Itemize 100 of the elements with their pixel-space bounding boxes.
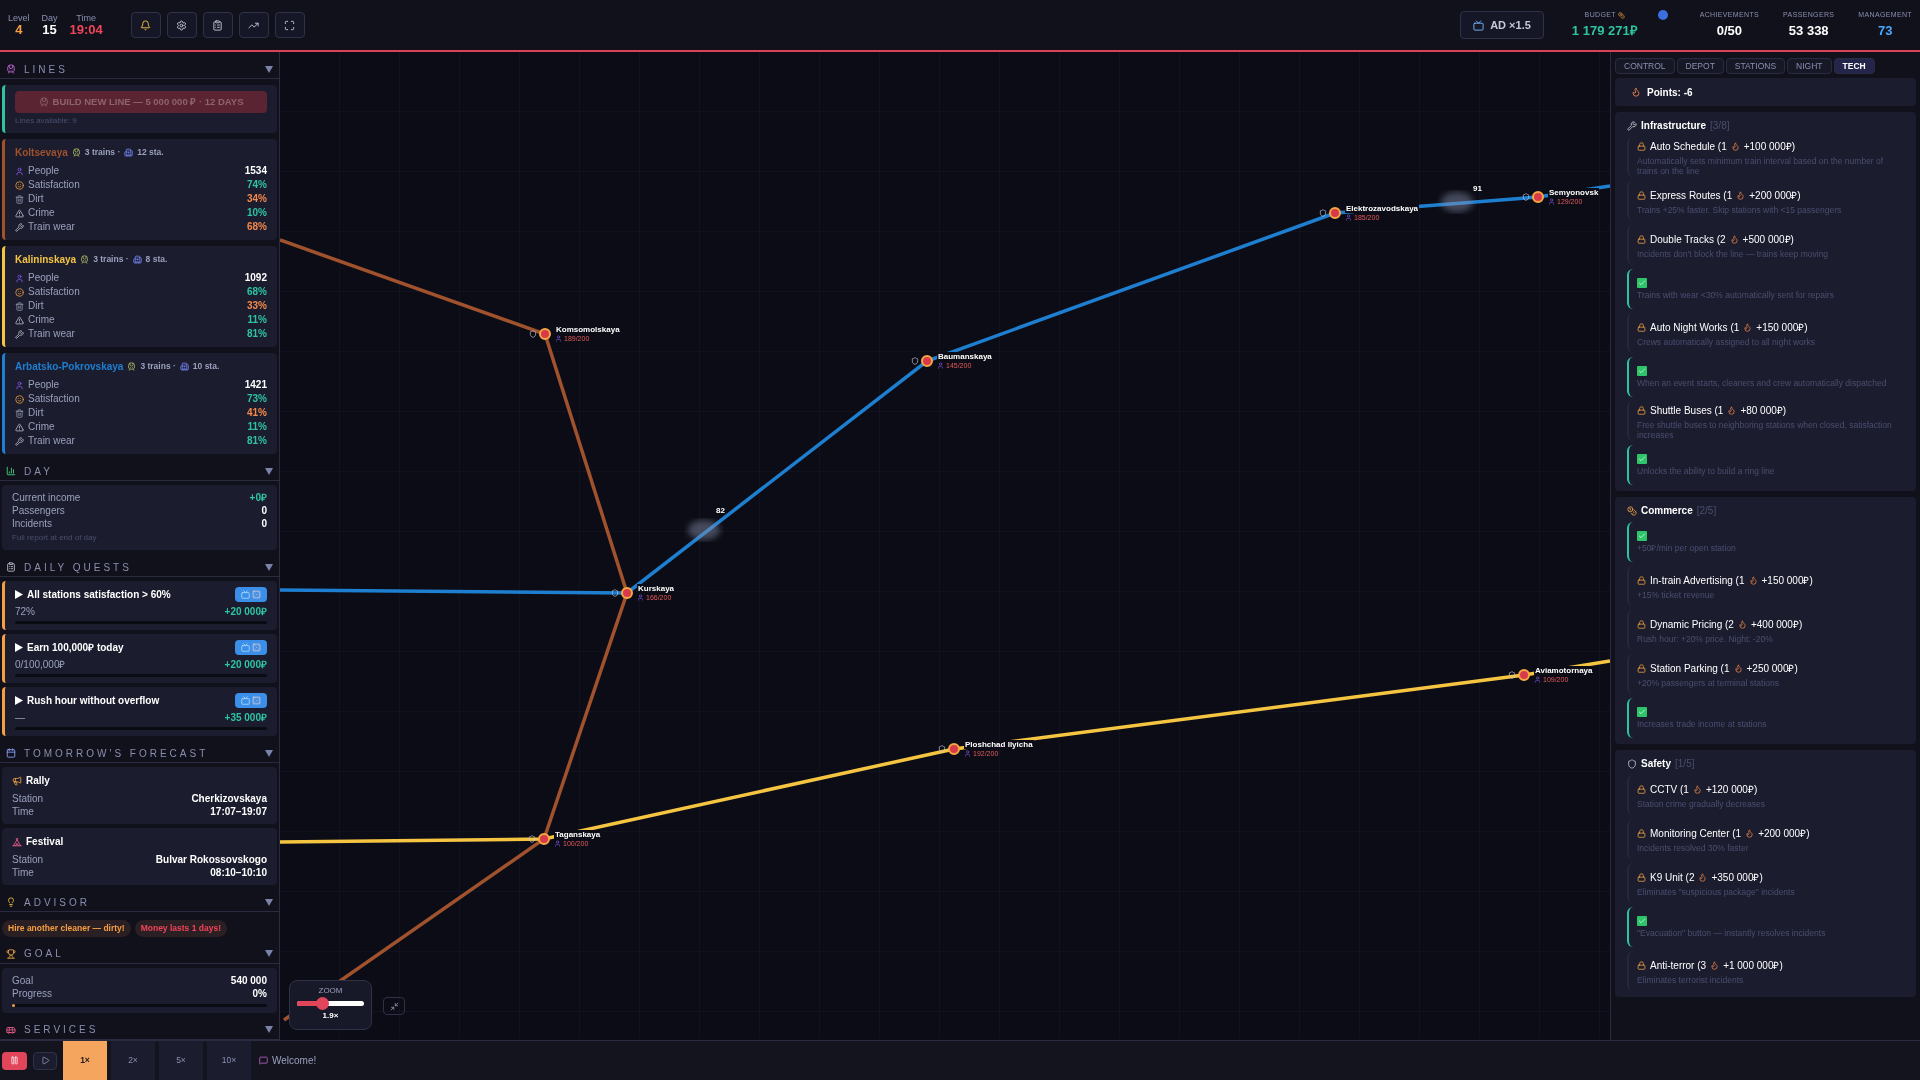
panel-tab[interactable]: STATIONS: [1725, 58, 1786, 74]
toolbar-button[interactable]: [274, 12, 305, 38]
line-name[interactable]: Kalininskaya: [15, 252, 77, 267]
station-name: Ploshchad Ilyicha: [964, 740, 1034, 749]
play-button[interactable]: [33, 1051, 57, 1070]
counter-value: 0/50: [1716, 21, 1743, 40]
speed-button[interactable]: 2×: [111, 1041, 155, 1080]
shield-icon: [1522, 193, 1530, 201]
bar-chart-icon: [6, 466, 16, 476]
reroll-button[interactable]: [235, 587, 267, 602]
lock-icon: [1637, 784, 1646, 794]
collapse-icon[interactable]: [265, 950, 273, 958]
row-value: Bulvar Rokossovskogo: [155, 853, 267, 866]
status-message: Welcome!: [272, 1054, 317, 1068]
bus-icon: [6, 1024, 16, 1035]
panel-tab[interactable]: TECH: [1833, 58, 1875, 74]
toolbar-button[interactable]: [202, 12, 233, 38]
row-label: Progress: [12, 986, 52, 1000]
smiley-icon: [15, 394, 24, 404]
tech-description: Eliminates terrorist incidents: [1637, 974, 1745, 985]
stat-label: Train wear: [28, 327, 76, 341]
train-marker[interactable]: [688, 520, 720, 540]
tech-price: +1 000 000₽): [1723, 958, 1783, 973]
reroll-button[interactable]: [235, 693, 267, 708]
stat-value: 41%: [247, 406, 267, 420]
tech-price: +200 000₽): [1758, 826, 1810, 841]
orb-icon[interactable]: [1657, 10, 1668, 20]
stat-value: 1092: [244, 271, 267, 285]
zoom-thumb[interactable]: [316, 997, 330, 1010]
line-name[interactable]: Arbatsko-Pokrovskaya: [15, 359, 124, 374]
wrench-icon: [15, 222, 24, 232]
coins-icon: [1627, 505, 1637, 516]
warning-icon: [15, 208, 24, 218]
category-count: [1/5]: [1675, 757, 1695, 771]
smiley-icon: [15, 287, 24, 297]
quest-reward: +20 000₽: [224, 605, 267, 619]
section-title: LINES: [24, 62, 69, 77]
station-name: Baumanskaya: [937, 352, 993, 361]
station-icon: [132, 255, 142, 264]
row-value: Cherkizovskaya: [191, 792, 267, 805]
stat-value: 11%: [247, 313, 267, 327]
train-icon: [6, 64, 16, 74]
station-count: 12 sta.: [137, 146, 164, 159]
collapse-icon[interactable]: [265, 898, 273, 906]
station-name: Taganskaya: [554, 830, 602, 839]
pause-button[interactable]: [2, 1051, 27, 1070]
quest-title: All stations satisfaction > 60%: [27, 588, 172, 602]
speed-button[interactable]: 10×: [207, 1041, 251, 1080]
warning-icon: [15, 315, 24, 325]
lock-icon: [1637, 322, 1646, 332]
shield-icon: [1319, 209, 1327, 217]
collapse-icon[interactable]: [265, 749, 273, 757]
category-count: [2/5]: [1696, 504, 1717, 518]
metro-line[interactable]: [280, 238, 629, 1022]
smiley-icon: [15, 180, 24, 190]
collapse-icon[interactable]: [265, 65, 273, 73]
speed-button[interactable]: 1×: [63, 1041, 107, 1080]
station-name: Semyonovsk: [1548, 188, 1600, 197]
reroll-button[interactable]: [235, 640, 267, 655]
panel-tab[interactable]: DEPOT: [1676, 58, 1724, 74]
collapse-icon[interactable]: [265, 563, 273, 571]
collapse-icon[interactable]: [265, 467, 273, 475]
train-marker[interactable]: [1441, 192, 1473, 212]
tv-icon: [241, 696, 250, 705]
stat-value: 4: [15, 23, 23, 37]
tech-title: In-train Advertising (1: [1650, 573, 1745, 588]
tech-title: Auto Night Works (1: [1650, 320, 1740, 335]
lock-icon: [1637, 141, 1646, 151]
section-title: TOMORROW'S FORECAST: [24, 746, 210, 761]
tech-price: +400 000₽): [1750, 617, 1803, 632]
stat-label: Day: [41, 13, 58, 23]
stat-value: 1534: [244, 164, 267, 178]
fit-button[interactable]: [383, 997, 405, 1015]
ad-button[interactable]: AD ×1.5: [1460, 11, 1544, 39]
check-icon: [1637, 454, 1647, 464]
train-label: 91: [1473, 184, 1482, 193]
quest-reward: +35 000₽: [224, 711, 267, 725]
quest-reward: +20 000₽: [224, 658, 267, 672]
tech-item[interactable]: Anti-terror (3 +1 000 000₽) Eliminates terrorist incidents: [1627, 951, 1904, 991]
stat-value: 19:04: [69, 23, 103, 37]
person-icon: [15, 166, 24, 176]
coins-icon: [1617, 11, 1625, 19]
tech-title: Monitoring Center (1: [1650, 826, 1742, 841]
panel-tab[interactable]: NIGHT: [1787, 58, 1832, 74]
tech-item[interactable]: K9 Unit (2 +350 000₽) Eliminates "suspicious package" incidents: [1627, 863, 1904, 903]
shield-icon: [1627, 758, 1637, 769]
stat-value: 73%: [247, 392, 267, 406]
person-icon: [15, 380, 24, 390]
speed-button[interactable]: 5×: [159, 1041, 203, 1080]
toolbar-button[interactable]: [130, 12, 161, 38]
tv-icon: [1473, 19, 1485, 31]
panel-tab[interactable]: CONTROL: [1615, 58, 1675, 74]
event-name: Rally: [26, 774, 50, 788]
collapse-icon[interactable]: [265, 1026, 273, 1034]
tech-price: +120 000₽): [1705, 782, 1758, 797]
toolbar-button[interactable]: [166, 12, 197, 38]
train-icon: [71, 148, 81, 157]
tech-title: Anti-terror (3: [1650, 958, 1707, 973]
stat-label: People: [28, 164, 61, 178]
row-value: 08:10–10:10: [210, 866, 267, 879]
